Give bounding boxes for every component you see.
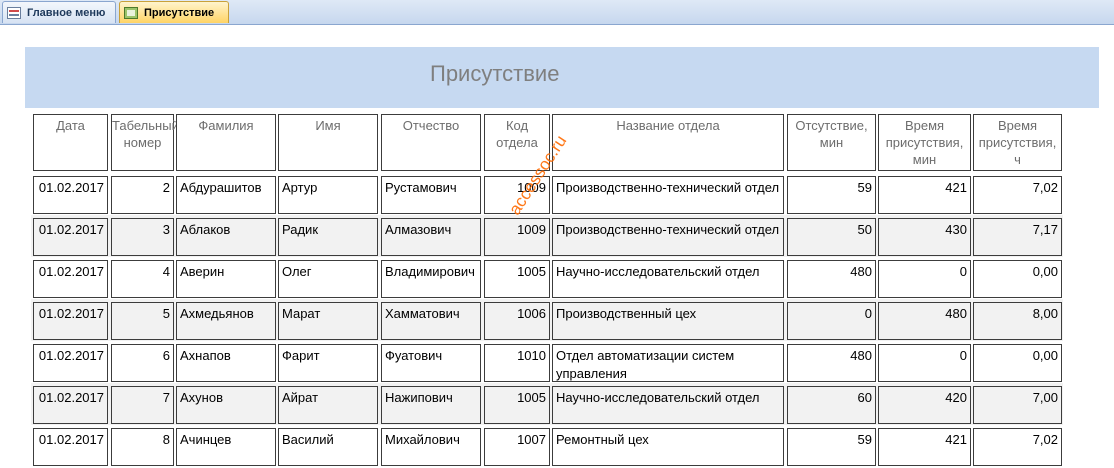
column-header-patronymic: Отчество [381,114,481,171]
cell-last-name[interactable]: Аверин [176,260,276,298]
column-header-department-name: Название отдела [552,114,784,171]
cell-employee-number[interactable]: 6 [111,344,174,382]
cell-last-name[interactable]: Аблаков [176,218,276,256]
tab-label: Главное меню [27,6,106,19]
cell-employee-number[interactable]: 5 [111,302,174,340]
cell-presence-h[interactable]: 0,00 [973,344,1062,382]
table-row: 01.02.2017 8 Ачинцев Василий Михайлович 1007 Р… [31,425,1063,467]
report-header: Присутствие [25,47,1099,108]
cell-presence-h[interactable]: 7,17 [973,218,1062,256]
column-header-date: Дата [33,114,108,171]
cell-absence-min[interactable]: 480 [787,260,876,298]
cell-presence-min[interactable]: 430 [878,218,971,256]
cell-first-name[interactable]: Марат [278,302,378,340]
cell-patronymic[interactable]: Михайлович [381,428,481,466]
cell-date[interactable]: 01.02.2017 [33,176,108,214]
cell-absence-min[interactable]: 50 [787,218,876,256]
column-header-absence-min: Отсутствие, мин [787,114,876,171]
cell-last-name[interactable]: Ахунов [176,386,276,424]
cell-first-name[interactable]: Радик [278,218,378,256]
cell-date[interactable]: 01.02.2017 [33,218,108,256]
table-row: 01.02.2017 3 Аблаков Радик Алмазович 1009 Прои… [31,215,1063,257]
cell-department-name[interactable]: Производственно-технический отдел [552,218,784,256]
tab-main-menu[interactable]: Главное меню [2,1,116,23]
report-icon [124,6,138,19]
cell-employee-number[interactable]: 4 [111,260,174,298]
cell-presence-min[interactable]: 480 [878,302,971,340]
table-row: 01.02.2017 4 Аверин Олег Владимирович 1005 Нау… [31,257,1063,299]
cell-first-name[interactable]: Айрат [278,386,378,424]
column-header-employee-number: Табельный номер [111,114,179,171]
cell-department-name[interactable]: Научно-исследовательский отдел [552,386,784,424]
form-icon [7,6,21,19]
tab-label: Присутствие [144,6,215,19]
table-row: 01.02.2017 6 Ахнапов Фарит Фуатович 1010 Отдел… [31,341,1063,383]
cell-presence-h[interactable]: 7,00 [973,386,1062,424]
cell-presence-h[interactable]: 0,00 [973,260,1062,298]
cell-presence-min[interactable]: 421 [878,428,971,466]
cell-date[interactable]: 01.02.2017 [33,302,108,340]
cell-first-name[interactable]: Артур [278,176,378,214]
cell-date[interactable]: 01.02.2017 [33,344,108,382]
cell-presence-min[interactable]: 421 [878,176,971,214]
column-header-last-name: Фамилия [176,114,276,171]
cell-department-name[interactable]: Научно-исследовательский отдел [552,260,784,298]
cell-presence-h[interactable]: 8,00 [973,302,1062,340]
cell-patronymic[interactable]: Рустамович [381,176,481,214]
cell-last-name[interactable]: Ачинцев [176,428,276,466]
cell-department-code[interactable]: 1010 [484,344,550,382]
cell-first-name[interactable]: Олег [278,260,378,298]
cell-date[interactable]: 01.02.2017 [33,428,108,466]
column-header-presence-min: Время присутствия, мин [878,114,971,171]
tab-attendance[interactable]: Присутствие [119,1,229,23]
cell-absence-min[interactable]: 480 [787,344,876,382]
table-row: 01.02.2017 5 Ахмедьянов Марат Хамматович 1006… [31,299,1063,341]
cell-department-name[interactable]: Отдел автоматизации систем управления [552,344,784,382]
cell-absence-min[interactable]: 59 [787,176,876,214]
cell-department-name[interactable]: Ремонтный цех [552,428,784,466]
cell-absence-min[interactable]: 59 [787,428,876,466]
cell-department-name[interactable]: Производственно-технический отдел [552,176,784,214]
cell-patronymic[interactable]: Хамматович [381,302,481,340]
cell-date[interactable]: 01.02.2017 [33,386,108,424]
document-tab-bar: Главное меню Присутствие [0,0,1114,25]
cell-patronymic[interactable]: Фуатович [381,344,481,382]
report-title: Присутствие [430,61,560,86]
cell-presence-min[interactable]: 0 [878,260,971,298]
cell-presence-h[interactable]: 7,02 [973,176,1062,214]
cell-department-code[interactable]: 1005 [484,386,550,424]
cell-department-code[interactable]: 1006 [484,302,550,340]
cell-last-name[interactable]: Ахмедьянов [176,302,276,340]
cell-patronymic[interactable]: Нажипович [381,386,481,424]
cell-employee-number[interactable]: 8 [111,428,174,466]
cell-absence-min[interactable]: 60 [787,386,876,424]
cell-department-code[interactable]: 1007 [484,428,550,466]
cell-last-name[interactable]: Ахнапов [176,344,276,382]
column-header-first-name: Имя [278,114,378,171]
cell-patronymic[interactable]: Алмазович [381,218,481,256]
cell-presence-min[interactable]: 420 [878,386,971,424]
cell-employee-number[interactable]: 7 [111,386,174,424]
cell-department-code[interactable]: 1005 [484,260,550,298]
table-row: 01.02.2017 7 Ахунов Айрат Нажипович 1005 Научн… [31,383,1063,425]
cell-first-name[interactable]: Василий [278,428,378,466]
cell-last-name[interactable]: Абдурашитов [176,176,276,214]
cell-employee-number[interactable]: 3 [111,218,174,256]
cell-department-name[interactable]: Производственный цех [552,302,784,340]
cell-department-code[interactable]: 1009 [484,218,550,256]
column-header-presence-h: Время присутствия, ч [973,114,1062,171]
cell-employee-number[interactable]: 2 [111,176,174,214]
cell-presence-h[interactable]: 7,02 [973,428,1062,466]
cell-date[interactable]: 01.02.2017 [33,260,108,298]
cell-patronymic[interactable]: Владимирович [381,260,481,298]
cell-first-name[interactable]: Фарит [278,344,378,382]
cell-absence-min[interactable]: 0 [787,302,876,340]
cell-presence-min[interactable]: 0 [878,344,971,382]
